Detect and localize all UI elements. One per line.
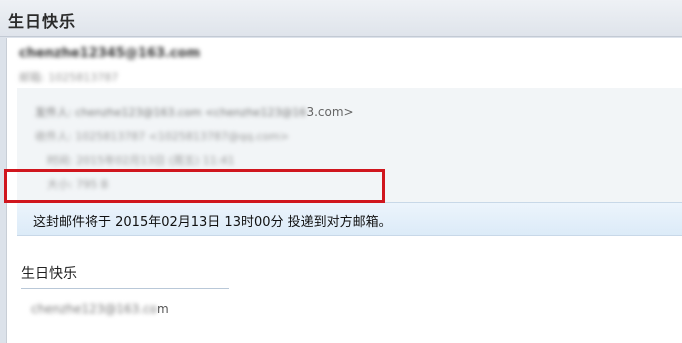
sender-address: chenzhe12345@163.com [19,46,201,61]
meta-from-tail: 3.com> [306,105,354,119]
meta-from-blurred: 发件人: chenzhe123@163.com <chenzhe123@16 [35,106,307,119]
highlight-box [4,169,385,203]
window-title: 生日快乐 [8,12,77,31]
mail-body: chenzhe123@163.com [31,302,169,316]
meta-from: 发件人: chenzhe123@163.com <chenzhe123@163.… [35,104,354,120]
mail-body-tail: m [157,302,169,316]
mail-subject: 生日快乐 [21,266,77,282]
scheduled-delivery-notice: 这封邮件将于 2015年02月13日 13时00分 投递到对方邮箱。 [17,202,682,236]
meta-to: 收件人: 1025813787 <1025813787@qq.com> [35,130,290,143]
mail-body-blurred: chenzhe123@163.co [31,302,158,316]
meta-time: 时间: 2015年02月13日 (周五) 11:41 [47,154,235,167]
account-label: 邮箱: 1025813787 [19,71,119,84]
subject-divider [21,288,229,289]
scheduled-delivery-text: 这封邮件将于 2015年02月13日 13时00分 投递到对方邮箱。 [33,215,392,230]
window-titlebar: 生日快乐 [0,0,682,37]
